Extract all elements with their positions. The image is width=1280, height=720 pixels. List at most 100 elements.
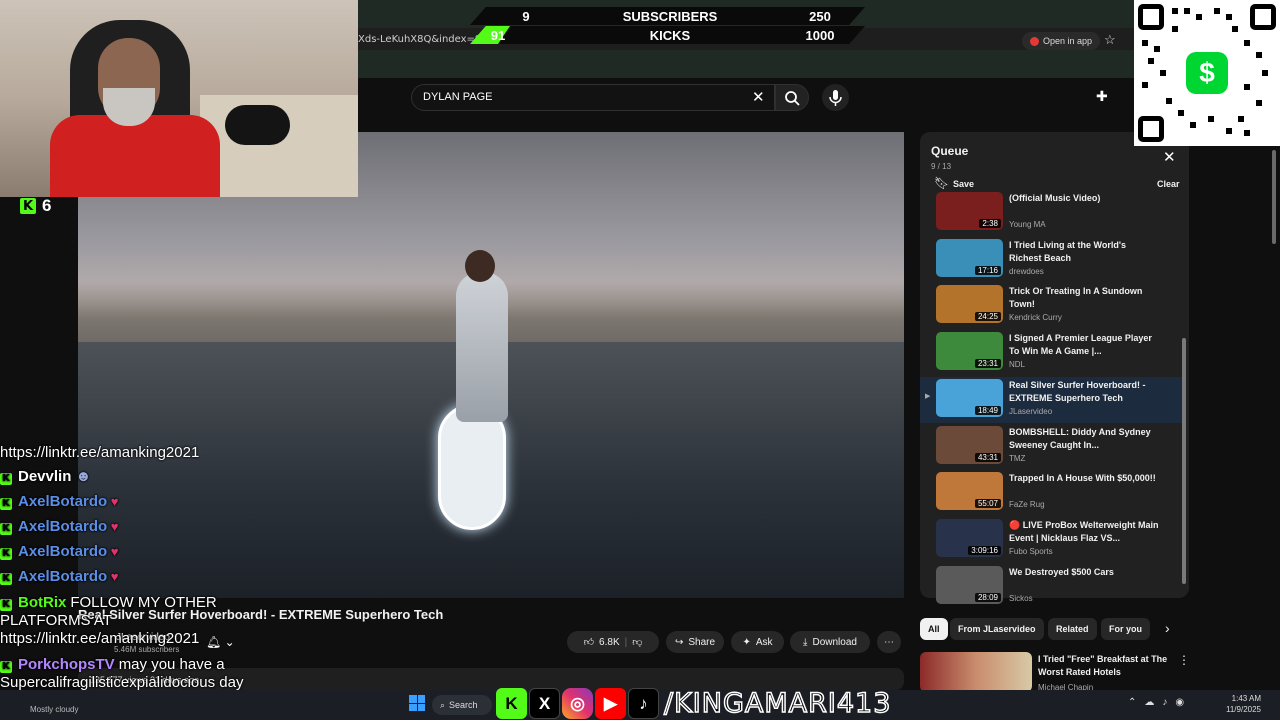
more-vert-icon[interactable]: ⋮ — [1178, 653, 1190, 667]
filter-chip[interactable]: Related — [1048, 618, 1097, 640]
taskbar-search[interactable]: ⌕ Search — [432, 695, 492, 715]
sparkle-icon: ✦ — [742, 636, 751, 648]
queue-clear-button[interactable]: Clear — [1157, 179, 1180, 189]
ask-button[interactable]: ✦ Ask — [731, 631, 784, 653]
queue-thumbnail[interactable]: 28:09 — [936, 565, 1003, 604]
chevron-right-icon[interactable]: › — [1165, 620, 1170, 636]
thumbs-down-icon[interactable]: 👎︎ — [632, 636, 642, 648]
search-button[interactable] — [775, 84, 809, 111]
windows-start-icon[interactable] — [409, 695, 425, 711]
queue-save-button[interactable]: Save — [953, 179, 974, 189]
video-duration: 3:09:16 — [968, 545, 1001, 555]
heart-emote-icon: ♥ — [107, 544, 119, 559]
system-tray[interactable]: ⌃☁♪◉ — [1128, 697, 1192, 708]
queue-scrollbar[interactable] — [1182, 338, 1186, 584]
subscribers-current: 9 — [522, 8, 530, 24]
queue-item-title[interactable]: Trick Or Treating In A Sundown Town! — [1009, 285, 1159, 311]
chat-username[interactable]: Devvlin — [18, 468, 71, 485]
kick-badge-icon: K — [0, 661, 12, 673]
queue-thumbnail[interactable]: 24:25 — [936, 285, 1003, 324]
more-actions-button[interactable]: ⋯ — [877, 631, 901, 653]
now-playing-icon: ▶ — [925, 392, 931, 400]
queue-thumbnail[interactable]: 3:09:16 — [936, 518, 1003, 557]
chat-username[interactable]: AxelBotardo — [18, 568, 107, 585]
cashapp-qr-code: $ — [1134, 0, 1280, 146]
clock-time: 1:43 AM — [1231, 694, 1261, 703]
queue-title: Queue — [931, 144, 969, 158]
queue-item-title[interactable]: BOMBSHELL: Diddy And Sydney Sweeney Caug… — [1009, 426, 1159, 452]
queue-item[interactable]: 2:38 (Official Music Video) Young MA — [920, 190, 1182, 236]
queue-item-title[interactable]: We Destroyed $500 Cars — [1009, 566, 1159, 579]
video-duration: 18:49 — [974, 405, 1001, 415]
clear-search-icon[interactable]: ✕ — [752, 88, 765, 106]
queue-thumbnail[interactable]: 43:31 — [936, 425, 1003, 464]
surfer — [456, 272, 508, 422]
queue-item-title[interactable]: Trapped In A House With $50,000!! — [1009, 472, 1159, 485]
weather-widget[interactable]: Mostly cloudy — [30, 705, 78, 714]
queue-item-channel: drewdoes — [1009, 266, 1044, 276]
like-button[interactable]: 👍︎ 6.8K | 👎︎ — [567, 631, 659, 653]
share-button[interactable]: ↪ Share — [666, 631, 724, 653]
kick-badge-icon: K — [0, 523, 12, 535]
queue-thumbnail[interactable]: 55:07 — [936, 472, 1003, 511]
chat-username[interactable]: PorkchopsTV — [18, 656, 115, 673]
queue-item-channel: JLaservideo — [1009, 406, 1053, 416]
share-icon: ↪ — [674, 636, 684, 648]
hoverboard — [438, 404, 506, 530]
queue-item[interactable]: 23:31 I Signed A Premier League Player To… — [920, 330, 1182, 376]
instagram-icon: ◎ — [562, 688, 593, 719]
queue-item[interactable]: ▶ 18:49 Real Silver Surfer Hoverboard! - E… — [920, 376, 1182, 423]
queue-item-title[interactable]: 🔴 LIVE ProBox Welterweight Main Event | … — [1009, 519, 1159, 545]
queue-item[interactable]: 28:09 We Destroyed $500 Cars Sickos — [920, 564, 1182, 610]
queue-item-channel: Sickos — [1009, 593, 1033, 603]
divider: | — [624, 636, 628, 648]
search-icon — [785, 91, 800, 106]
video-duration: 24:25 — [974, 312, 1001, 322]
chat-message: K AxelBotardo ♥ — [0, 493, 270, 511]
queue-item-channel: FaZe Rug — [1009, 500, 1045, 510]
voice-search-button[interactable] — [822, 84, 849, 111]
queue-thumbnail[interactable]: 2:38 — [936, 192, 1003, 230]
tiktok-icon: ♪ — [628, 688, 659, 719]
queue-item-title[interactable]: I Signed A Premier League Player To Win … — [1009, 332, 1159, 358]
queue-thumbnail[interactable]: 23:31 — [936, 332, 1003, 371]
queue-item[interactable]: 24:25 Trick Or Treating In A Sundown Town… — [920, 283, 1182, 329]
queue-list: 2:38 (Official Music Video) Young MA 17:16 I… — [920, 192, 1182, 604]
create-icon[interactable]: ✚ — [1096, 88, 1108, 105]
filter-chip[interactable]: From JLaservideo — [950, 618, 1044, 640]
chat-username[interactable]: BotRix — [18, 594, 66, 611]
queue-item[interactable]: 17:16 I Tried Living at the World's Riche… — [920, 237, 1182, 283]
queue-item[interactable]: 43:31 BOMBSHELL: Diddy And Sydney Sweeney… — [920, 424, 1182, 470]
taskbar-clock[interactable]: 1:43 AM 11/9/2025 — [1226, 693, 1261, 715]
recommended-title[interactable]: I Tried "Free" Breakfast at The Worst Ra… — [1038, 653, 1168, 679]
queue-item-title[interactable]: Real Silver Surfer Hoverboard! - EXTREME… — [1009, 379, 1159, 405]
chat-username[interactable]: AxelBotardo — [18, 518, 107, 535]
bookmark-icon[interactable]: 🔖︎ — [934, 176, 949, 190]
close-icon[interactable]: ✕ — [1163, 148, 1176, 166]
recommended-thumbnail[interactable] — [920, 652, 1032, 692]
kick-badge-icon: K — [0, 548, 12, 560]
filter-chip[interactable]: For you — [1101, 618, 1150, 640]
kick-logo-icon: K — [20, 198, 36, 214]
open-in-app-button[interactable]: Open in app — [1022, 32, 1101, 50]
viewer-count: 6 — [42, 196, 52, 215]
youtube-icon: ▶ — [595, 688, 626, 719]
chat-message: https://linktr.ee/amanking2021 — [0, 444, 270, 462]
subscribers-label: SUBSCRIBERS — [622, 8, 718, 24]
queue-item[interactable]: 55:07 Trapped In A House With $50,000!! Fa… — [920, 470, 1182, 516]
queue-thumbnail[interactable]: 18:49 — [936, 378, 1003, 417]
bookmark-star-icon[interactable]: ☆ — [1104, 32, 1116, 48]
queue-item-title[interactable]: I Tried Living at the World's Richest Be… — [1009, 239, 1159, 265]
queue-item-title[interactable]: (Official Music Video) — [1009, 192, 1159, 205]
download-icon: ⤓ — [803, 636, 808, 648]
video-duration: 43:31 — [974, 452, 1001, 462]
chat-username[interactable]: AxelBotardo — [18, 543, 107, 560]
page-scrollbar[interactable] — [1272, 150, 1276, 244]
chat-username[interactable]: AxelBotardo — [18, 493, 107, 510]
filter-chip[interactable]: All — [920, 618, 948, 640]
queue-thumbnail[interactable]: 17:16 — [936, 238, 1003, 277]
queue-item[interactable]: 3:09:16 🔴 LIVE ProBox Welterweight Main E… — [920, 517, 1182, 563]
youtube-icon — [1030, 36, 1039, 46]
viewer-counter: K6 — [20, 196, 51, 216]
download-button[interactable]: ⤓ Download — [790, 631, 870, 653]
